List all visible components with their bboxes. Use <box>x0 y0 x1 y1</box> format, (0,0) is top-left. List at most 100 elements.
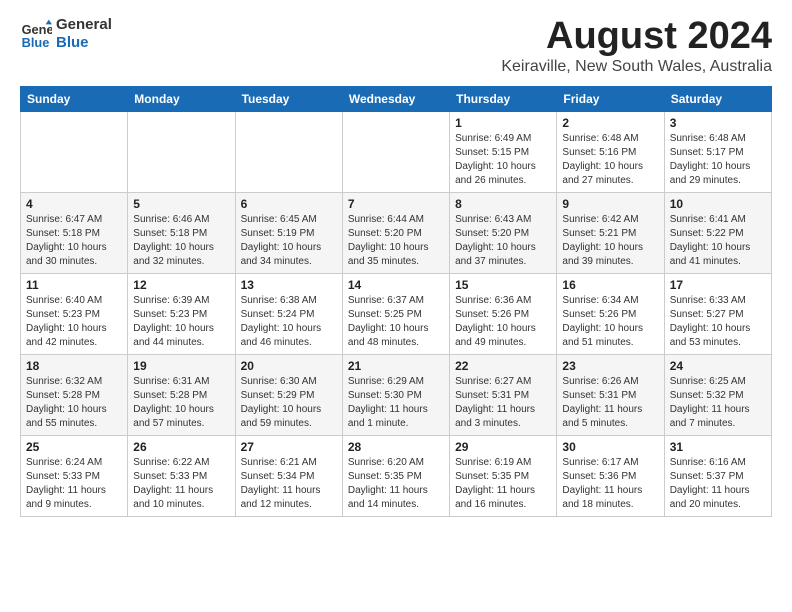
logo-icon: General Blue <box>20 18 52 50</box>
day-number: 9 <box>562 197 658 211</box>
logo-line2: Blue <box>56 34 112 52</box>
calendar-cell: 1Sunrise: 6:49 AM Sunset: 5:15 PM Daylig… <box>450 111 557 192</box>
day-number: 10 <box>670 197 766 211</box>
day-info: Sunrise: 6:20 AM Sunset: 5:35 PM Dayligh… <box>348 456 444 512</box>
calendar-cell <box>21 111 128 192</box>
day-number: 7 <box>348 197 444 211</box>
calendar-cell: 9Sunrise: 6:42 AM Sunset: 5:21 PM Daylig… <box>557 192 664 273</box>
calendar-cell: 5Sunrise: 6:46 AM Sunset: 5:18 PM Daylig… <box>128 192 235 273</box>
calendar-week-row: 1Sunrise: 6:49 AM Sunset: 5:15 PM Daylig… <box>21 111 772 192</box>
day-number: 19 <box>133 359 229 373</box>
calendar-cell: 16Sunrise: 6:34 AM Sunset: 5:26 PM Dayli… <box>557 273 664 354</box>
day-info: Sunrise: 6:33 AM Sunset: 5:27 PM Dayligh… <box>670 294 766 350</box>
calendar-cell: 22 Sunrise: 6:27 AM Sunset: 5:31 PM Dayli… <box>450 354 557 435</box>
day-number: 6 <box>241 197 337 211</box>
day-number: 20 <box>241 359 337 373</box>
calendar-cell: 21 Sunrise: 6:29 AM Sunset: 5:30 PM Dayli… <box>342 354 449 435</box>
day-number: 24 <box>670 359 766 373</box>
weekday-header-thursday: Thursday <box>450 86 557 111</box>
calendar-cell: 7 Sunrise: 6:44 AM Sunset: 5:20 PM Daylig… <box>342 192 449 273</box>
day-info: Sunrise: 6:26 AM Sunset: 5:31 PM Dayligh… <box>562 375 658 431</box>
calendar-cell: 24Sunrise: 6:25 AM Sunset: 5:32 PM Dayli… <box>664 354 771 435</box>
calendar-cell: 4 Sunrise: 6:47 AM Sunset: 5:18 PM Daylig… <box>21 192 128 273</box>
day-info: Sunrise: 6:45 AM Sunset: 5:19 PM Dayligh… <box>241 213 337 269</box>
day-number: 17 <box>670 278 766 292</box>
calendar-cell <box>128 111 235 192</box>
day-number: 11 <box>26 278 122 292</box>
calendar-cell: 12 Sunrise: 6:39 AM Sunset: 5:23 PM Dayli… <box>128 273 235 354</box>
day-number: 4 <box>26 197 122 211</box>
calendar-cell: 19 Sunrise: 6:31 AM Sunset: 5:28 PM Dayli… <box>128 354 235 435</box>
calendar-cell: 13 Sunrise: 6:38 AM Sunset: 5:24 PM Dayli… <box>235 273 342 354</box>
day-info: Sunrise: 6:48 AM Sunset: 5:16 PM Dayligh… <box>562 132 658 188</box>
calendar-cell: 25 Sunrise: 6:24 AM Sunset: 5:33 PM Dayli… <box>21 435 128 516</box>
day-number: 26 <box>133 440 229 454</box>
day-info: Sunrise: 6:21 AM Sunset: 5:34 PM Dayligh… <box>241 456 337 512</box>
day-number: 18 <box>26 359 122 373</box>
day-number: 3 <box>670 116 766 130</box>
calendar-cell: 26 Sunrise: 6:22 AM Sunset: 5:33 PM Dayli… <box>128 435 235 516</box>
day-info: Sunrise: 6:27 AM Sunset: 5:31 PM Dayligh… <box>455 375 551 431</box>
day-number: 8 <box>455 197 551 211</box>
calendar-cell <box>342 111 449 192</box>
calendar-week-row: 25 Sunrise: 6:24 AM Sunset: 5:33 PM Dayli… <box>21 435 772 516</box>
day-number: 25 <box>26 440 122 454</box>
day-info: Sunrise: 6:29 AM Sunset: 5:30 PM Dayligh… <box>348 375 444 431</box>
logo: General Blue General Blue <box>20 16 112 52</box>
month-year-title: August 2024 <box>501 16 772 58</box>
day-info: Sunrise: 6:40 AM Sunset: 5:23 PM Dayligh… <box>26 294 122 350</box>
day-info: Sunrise: 6:19 AM Sunset: 5:35 PM Dayligh… <box>455 456 551 512</box>
day-number: 12 <box>133 278 229 292</box>
calendar-table: SundayMondayTuesdayWednesdayThursdayFrid… <box>20 86 772 517</box>
day-number: 29 <box>455 440 551 454</box>
weekday-header-sunday: Sunday <box>21 86 128 111</box>
day-info: Sunrise: 6:47 AM Sunset: 5:18 PM Dayligh… <box>26 213 122 269</box>
calendar-cell: 18 Sunrise: 6:32 AM Sunset: 5:28 PM Dayli… <box>21 354 128 435</box>
calendar-cell: 3 Sunrise: 6:48 AM Sunset: 5:17 PM Daylig… <box>664 111 771 192</box>
svg-text:Blue: Blue <box>22 35 50 50</box>
page-header: General Blue General Blue August 2024 Ke… <box>20 16 772 76</box>
calendar-cell: 14Sunrise: 6:37 AM Sunset: 5:25 PM Dayli… <box>342 273 449 354</box>
calendar-cell: 31 Sunrise: 6:16 AM Sunset: 5:37 PM Dayli… <box>664 435 771 516</box>
day-number: 2 <box>562 116 658 130</box>
calendar-cell: 11 Sunrise: 6:40 AM Sunset: 5:23 PM Dayli… <box>21 273 128 354</box>
day-number: 21 <box>348 359 444 373</box>
weekday-header-tuesday: Tuesday <box>235 86 342 111</box>
day-info: Sunrise: 6:30 AM Sunset: 5:29 PM Dayligh… <box>241 375 337 431</box>
day-number: 23 <box>562 359 658 373</box>
day-info: Sunrise: 6:31 AM Sunset: 5:28 PM Dayligh… <box>133 375 229 431</box>
day-info: Sunrise: 6:43 AM Sunset: 5:20 PM Dayligh… <box>455 213 551 269</box>
calendar-cell: 28 Sunrise: 6:20 AM Sunset: 5:35 PM Dayli… <box>342 435 449 516</box>
day-info: Sunrise: 6:39 AM Sunset: 5:23 PM Dayligh… <box>133 294 229 350</box>
day-number: 13 <box>241 278 337 292</box>
day-info: Sunrise: 6:22 AM Sunset: 5:33 PM Dayligh… <box>133 456 229 512</box>
calendar-cell: 20 Sunrise: 6:30 AM Sunset: 5:29 PM Dayli… <box>235 354 342 435</box>
day-info: Sunrise: 6:32 AM Sunset: 5:28 PM Dayligh… <box>26 375 122 431</box>
day-number: 27 <box>241 440 337 454</box>
calendar-cell: 8 Sunrise: 6:43 AM Sunset: 5:20 PM Daylig… <box>450 192 557 273</box>
day-number: 16 <box>562 278 658 292</box>
day-number: 30 <box>562 440 658 454</box>
weekday-header-friday: Friday <box>557 86 664 111</box>
day-number: 31 <box>670 440 766 454</box>
day-info: Sunrise: 6:17 AM Sunset: 5:36 PM Dayligh… <box>562 456 658 512</box>
day-number: 28 <box>348 440 444 454</box>
day-info: Sunrise: 6:38 AM Sunset: 5:24 PM Dayligh… <box>241 294 337 350</box>
day-info: Sunrise: 6:36 AM Sunset: 5:26 PM Dayligh… <box>455 294 551 350</box>
calendar-cell: 2 Sunrise: 6:48 AM Sunset: 5:16 PM Daylig… <box>557 111 664 192</box>
calendar-title-area: August 2024 Keiraville, New South Wales,… <box>501 16 772 76</box>
day-number: 1 <box>455 116 551 130</box>
day-info: Sunrise: 6:37 AM Sunset: 5:25 PM Dayligh… <box>348 294 444 350</box>
calendar-cell: 23 Sunrise: 6:26 AM Sunset: 5:31 PM Dayli… <box>557 354 664 435</box>
day-info: Sunrise: 6:44 AM Sunset: 5:20 PM Dayligh… <box>348 213 444 269</box>
weekday-header-row: SundayMondayTuesdayWednesdayThursdayFrid… <box>21 86 772 111</box>
location-subtitle: Keiraville, New South Wales, Australia <box>501 58 772 76</box>
calendar-cell: 6 Sunrise: 6:45 AM Sunset: 5:19 PM Daylig… <box>235 192 342 273</box>
day-info: Sunrise: 6:48 AM Sunset: 5:17 PM Dayligh… <box>670 132 766 188</box>
day-info: Sunrise: 6:41 AM Sunset: 5:22 PM Dayligh… <box>670 213 766 269</box>
day-info: Sunrise: 6:24 AM Sunset: 5:33 PM Dayligh… <box>26 456 122 512</box>
calendar-week-row: 11 Sunrise: 6:40 AM Sunset: 5:23 PM Dayli… <box>21 273 772 354</box>
day-info: Sunrise: 6:16 AM Sunset: 5:37 PM Dayligh… <box>670 456 766 512</box>
day-number: 22 <box>455 359 551 373</box>
calendar-cell: 15Sunrise: 6:36 AM Sunset: 5:26 PM Dayli… <box>450 273 557 354</box>
